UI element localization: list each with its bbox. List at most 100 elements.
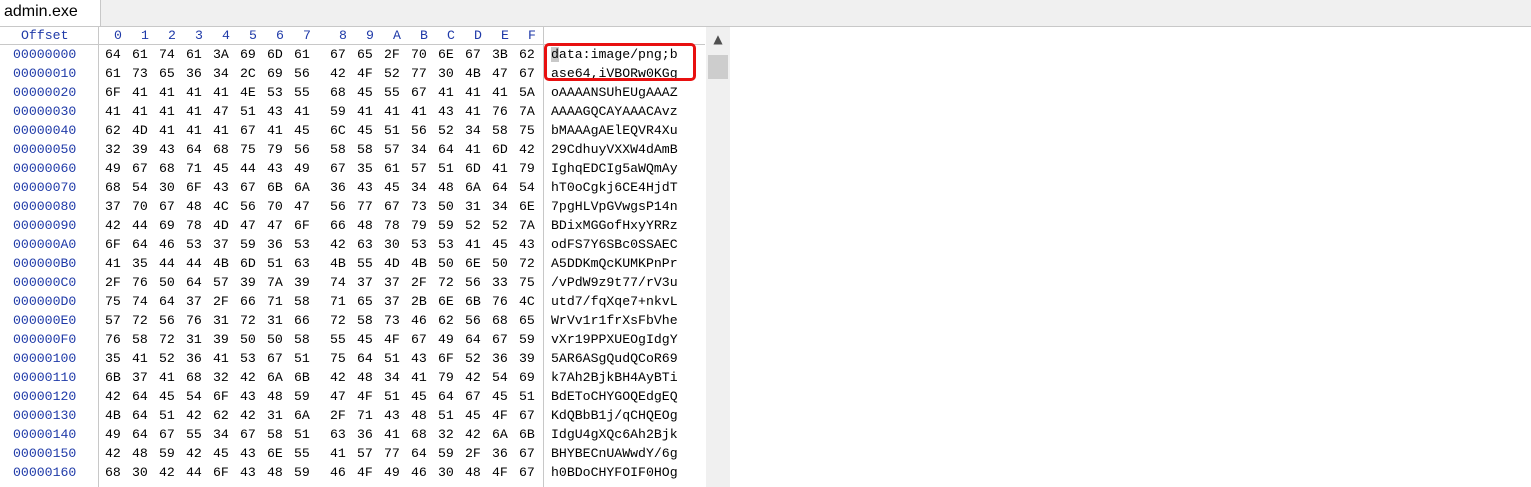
hex-byte[interactable]: 56: [465, 273, 481, 292]
hex-byte[interactable]: 74: [132, 292, 148, 311]
hex-byte[interactable]: 51: [438, 159, 454, 178]
hex-byte[interactable]: 55: [186, 425, 202, 444]
hex-byte[interactable]: 72: [132, 311, 148, 330]
hex-byte[interactable]: 45: [357, 83, 373, 102]
hex-byte[interactable]: 6F: [294, 216, 310, 235]
hex-byte[interactable]: 47: [240, 216, 256, 235]
hex-byte[interactable]: 64: [132, 406, 148, 425]
hex-byte[interactable]: 6F: [438, 349, 454, 368]
hex-byte[interactable]: 69: [240, 45, 256, 64]
hex-byte[interactable]: 44: [240, 159, 256, 178]
hex-byte[interactable]: 41: [105, 102, 121, 121]
hex-byte[interactable]: 65: [357, 45, 373, 64]
hex-byte[interactable]: 44: [186, 463, 202, 482]
hex-byte[interactable]: 42: [105, 216, 121, 235]
hex-byte[interactable]: 64: [411, 444, 427, 463]
hex-row[interactable]: 00000050 32 39 43 64 68 75 79 56 58 58 57 34 64 41 6D 42…: [0, 140, 705, 159]
hex-byte[interactable]: 67: [330, 159, 346, 178]
hex-byte[interactable]: 69: [519, 368, 535, 387]
hex-byte[interactable]: 52: [438, 121, 454, 140]
hex-byte[interactable]: 31: [465, 197, 481, 216]
hex-byte[interactable]: 64: [105, 45, 121, 64]
hex-byte[interactable]: 58: [267, 425, 283, 444]
hex-byte[interactable]: 64: [186, 273, 202, 292]
hex-row[interactable]: 00000090 42 44 69 78 4D 47 47 6F 66 48 78 79 59 52 52 7A…: [0, 216, 705, 235]
vertical-scrollbar[interactable]: ▲: [706, 27, 730, 487]
hex-byte[interactable]: 45: [384, 178, 400, 197]
hex-byte[interactable]: 51: [384, 349, 400, 368]
file-tab[interactable]: admin.exe: [0, 0, 101, 26]
hex-byte[interactable]: 49: [105, 159, 121, 178]
hex-byte[interactable]: 6D: [240, 254, 256, 273]
hex-byte[interactable]: 6B: [294, 368, 310, 387]
hex-byte[interactable]: 56: [465, 311, 481, 330]
hex-byte[interactable]: 42: [105, 387, 121, 406]
hex-byte[interactable]: 67: [240, 121, 256, 140]
hex-byte[interactable]: 67: [267, 349, 283, 368]
hex-byte[interactable]: 59: [240, 235, 256, 254]
hex-byte[interactable]: 57: [357, 444, 373, 463]
hex-byte[interactable]: 41: [492, 83, 508, 102]
hex-byte[interactable]: 4C: [213, 197, 229, 216]
hex-byte[interactable]: 49: [384, 463, 400, 482]
hex-byte[interactable]: 32: [213, 368, 229, 387]
hex-row[interactable]: 000000D0 75 74 64 37 2F 66 71 58 71 65 37 2B 6E 6B 76 4C…: [0, 292, 705, 311]
hex-byte[interactable]: 42: [519, 140, 535, 159]
hex-byte[interactable]: 7A: [267, 273, 283, 292]
hex-byte[interactable]: 46: [411, 463, 427, 482]
hex-byte[interactable]: 42: [240, 406, 256, 425]
hex-byte[interactable]: 6F: [186, 178, 202, 197]
hex-byte[interactable]: 47: [492, 64, 508, 83]
hex-byte[interactable]: 76: [492, 292, 508, 311]
hex-byte[interactable]: 48: [357, 368, 373, 387]
hex-byte[interactable]: 67: [159, 425, 175, 444]
ascii-text[interactable]: A5DDKmQcKUMKPnPr: [551, 254, 678, 273]
hex-byte[interactable]: 54: [132, 178, 148, 197]
ascii-text[interactable]: IghqEDCIg5aWQmAy: [551, 159, 678, 178]
hex-row[interactable]: 000000E0 57 72 56 76 31 72 31 66 72 58 73 46 62 56 68 65…: [0, 311, 705, 330]
hex-byte[interactable]: 61: [294, 45, 310, 64]
hex-byte[interactable]: 52: [384, 64, 400, 83]
hex-byte[interactable]: 2F: [105, 273, 121, 292]
hex-byte[interactable]: 52: [159, 349, 175, 368]
hex-byte[interactable]: 67: [132, 159, 148, 178]
hex-byte[interactable]: 53: [186, 235, 202, 254]
hex-byte[interactable]: 6E: [465, 254, 481, 273]
hex-byte[interactable]: 75: [240, 140, 256, 159]
hex-byte[interactable]: 6B: [105, 368, 121, 387]
hex-byte[interactable]: 41: [384, 102, 400, 121]
hex-row[interactable]: 00000140 49 64 67 55 34 67 58 51 63 36 41 68 32 42 6A 6B…: [0, 425, 705, 444]
hex-byte[interactable]: 64: [132, 235, 148, 254]
hex-byte[interactable]: 63: [357, 235, 373, 254]
hex-byte[interactable]: 53: [240, 349, 256, 368]
hex-byte[interactable]: 41: [465, 83, 481, 102]
hex-row[interactable]: 00000110 6B 37 41 68 32 42 6A 6B 42 48 34 41 79 42 54 69…: [0, 368, 705, 387]
hex-byte[interactable]: 35: [105, 349, 121, 368]
hex-byte[interactable]: 58: [357, 140, 373, 159]
hex-byte[interactable]: 41: [132, 102, 148, 121]
hex-byte[interactable]: 54: [519, 178, 535, 197]
hex-byte[interactable]: 41: [411, 102, 427, 121]
hex-byte[interactable]: 51: [267, 254, 283, 273]
hex-byte[interactable]: 51: [384, 387, 400, 406]
hex-byte[interactable]: 67: [519, 406, 535, 425]
hex-byte[interactable]: 72: [240, 311, 256, 330]
hex-byte[interactable]: 79: [411, 216, 427, 235]
hex-byte[interactable]: 43: [240, 463, 256, 482]
hex-rows[interactable]: 00000000 64 61 74 61 3A 69 6D 61 67 65 2F 70 6E 67 3B 62…: [0, 45, 705, 482]
hex-byte[interactable]: 6D: [492, 140, 508, 159]
hex-byte[interactable]: 41: [186, 121, 202, 140]
ascii-text[interactable]: k7Ah2BjkBH4AyBTi: [551, 368, 678, 387]
hex-byte[interactable]: 72: [159, 330, 175, 349]
hex-byte[interactable]: 48: [267, 463, 283, 482]
hex-byte[interactable]: 53: [294, 235, 310, 254]
hex-byte[interactable]: 41: [492, 159, 508, 178]
hex-byte[interactable]: 37: [384, 273, 400, 292]
hex-byte[interactable]: 65: [519, 311, 535, 330]
hex-byte[interactable]: 43: [240, 444, 256, 463]
hex-byte[interactable]: 6A: [267, 368, 283, 387]
hex-byte[interactable]: 2F: [330, 406, 346, 425]
hex-byte[interactable]: 47: [213, 102, 229, 121]
hex-byte[interactable]: 48: [465, 463, 481, 482]
hex-byte[interactable]: 6F: [213, 463, 229, 482]
